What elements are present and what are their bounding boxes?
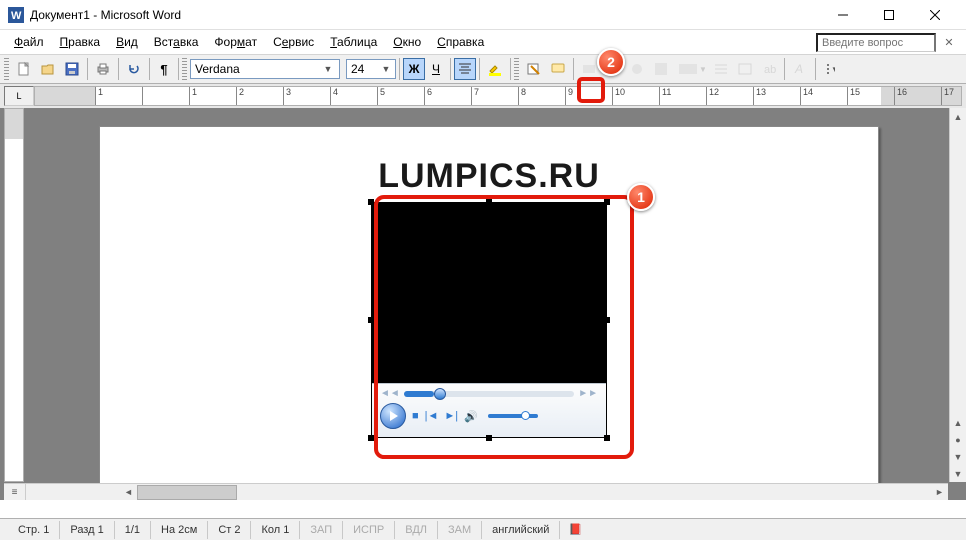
horizontal-ruler[interactable]: 11234567891011121314151617 bbox=[34, 86, 962, 106]
menu-view[interactable]: Вид bbox=[108, 32, 146, 52]
word-app-icon: W bbox=[8, 7, 24, 23]
disabled-dd-1: ▼ bbox=[673, 58, 709, 80]
svg-text:A: A bbox=[794, 62, 803, 76]
vertical-ruler[interactable] bbox=[4, 108, 24, 482]
h-scroll-thumb[interactable] bbox=[137, 485, 237, 500]
document-scroll[interactable]: LUMPICS.RU ◄◄ ►► bbox=[30, 108, 948, 482]
ruler-row: L 11234567891011121314151617 bbox=[0, 84, 966, 108]
open-button[interactable] bbox=[36, 58, 60, 80]
chevron-down-icon[interactable]: ▼ bbox=[321, 64, 335, 74]
comment-button[interactable] bbox=[546, 58, 570, 80]
svg-text:W: W bbox=[11, 10, 22, 22]
menu-edit[interactable]: Правка bbox=[52, 32, 109, 52]
scroll-left-icon[interactable]: ◄ bbox=[120, 484, 137, 500]
callout-badge-1: 1 bbox=[627, 183, 655, 211]
disabled-button-6 bbox=[733, 58, 757, 80]
media-player-object[interactable]: ◄◄ ►► ■ |◄ ►| 🔊 bbox=[371, 202, 607, 438]
menu-file[interactable]: Файл bbox=[6, 32, 52, 52]
toolbar: ¶ ▼ ▼ Ж Ч ▼ ab A ▼ bbox=[0, 54, 966, 84]
close-button[interactable] bbox=[912, 0, 958, 30]
disabled-button-3 bbox=[625, 58, 649, 80]
statusbar: Стр. 1 Разд 1 1/1 На 2см Ст 2 Кол 1 ЗАП … bbox=[0, 518, 966, 540]
play-button[interactable] bbox=[380, 403, 406, 429]
horizontal-scrollbar[interactable]: ◄ ► bbox=[30, 483, 948, 500]
highlight-color-button[interactable] bbox=[483, 58, 507, 80]
document-heading: LUMPICS.RU bbox=[150, 157, 828, 196]
scroll-right-icon[interactable]: ► bbox=[931, 484, 948, 500]
tab-selector-button[interactable]: L bbox=[4, 86, 34, 106]
seek-back-icon[interactable]: ◄◄ bbox=[380, 388, 400, 399]
browse-object-icon[interactable]: ● bbox=[950, 431, 966, 448]
status-ext[interactable]: ВДЛ bbox=[395, 521, 438, 539]
minimize-button[interactable] bbox=[820, 0, 866, 30]
menubar: Файл Правка Вид Вставка Формат Сервис Та… bbox=[0, 30, 966, 54]
next-track-button[interactable]: ►| bbox=[444, 410, 458, 422]
status-trk[interactable]: ИСПР bbox=[343, 521, 395, 539]
stop-button[interactable]: ■ bbox=[412, 410, 419, 422]
disabled-button-5 bbox=[709, 58, 733, 80]
status-ovr[interactable]: ЗАМ bbox=[438, 521, 482, 539]
maximize-button[interactable] bbox=[866, 0, 912, 30]
disabled-button-7: ab bbox=[757, 58, 781, 80]
print-button[interactable] bbox=[91, 58, 115, 80]
callout-badge-2: 2 bbox=[597, 48, 625, 76]
status-line: Ст 2 bbox=[208, 521, 251, 539]
disabled-button-4 bbox=[649, 58, 673, 80]
prev-track-button[interactable]: |◄ bbox=[425, 410, 439, 422]
underline-button[interactable]: Ч bbox=[425, 58, 447, 80]
toolbar-options-button[interactable]: ▼ bbox=[819, 58, 841, 80]
document-area: LUMPICS.RU ◄◄ ►► bbox=[0, 108, 966, 500]
volume-icon[interactable]: 🔊 bbox=[464, 410, 478, 423]
help-search-input[interactable] bbox=[816, 33, 936, 52]
media-controls: ◄◄ ►► ■ |◄ ►| 🔊 bbox=[372, 383, 606, 437]
undo-button[interactable] bbox=[122, 58, 146, 80]
menu-format[interactable]: Формат bbox=[206, 32, 265, 52]
close-doc-icon[interactable]: ✕ bbox=[942, 35, 956, 49]
save-button[interactable] bbox=[60, 58, 84, 80]
video-canvas bbox=[372, 203, 606, 383]
font-name-input[interactable] bbox=[191, 62, 321, 76]
menu-table[interactable]: Таблица bbox=[322, 32, 385, 52]
menu-help[interactable]: Справка bbox=[429, 32, 492, 52]
menu-insert[interactable]: Вставка bbox=[146, 32, 207, 52]
status-col: Кол 1 bbox=[251, 521, 300, 539]
font-size-input[interactable] bbox=[347, 62, 379, 76]
status-page: Стр. 1 bbox=[8, 521, 60, 539]
font-name-dropdown[interactable]: ▼ bbox=[190, 59, 340, 79]
svg-text:ab: ab bbox=[764, 64, 776, 76]
status-rec[interactable]: ЗАП bbox=[300, 521, 343, 539]
next-page-icon[interactable]: ▼ bbox=[950, 448, 966, 465]
status-at: На 2см bbox=[151, 521, 208, 539]
spellcheck-icon[interactable]: 📕 bbox=[568, 523, 582, 536]
menu-window[interactable]: Окно bbox=[385, 32, 429, 52]
align-center-button[interactable] bbox=[454, 58, 476, 80]
status-page-of: 1/1 bbox=[115, 521, 151, 539]
show-marks-button[interactable]: ¶ bbox=[153, 58, 175, 80]
volume-slider[interactable] bbox=[488, 414, 538, 418]
chevron-down-icon[interactable]: ▼ bbox=[379, 64, 393, 74]
toolbar-grip-icon[interactable] bbox=[514, 58, 519, 80]
seek-fwd-icon[interactable]: ►► bbox=[578, 388, 598, 399]
document-page[interactable]: LUMPICS.RU ◄◄ ►► bbox=[99, 126, 879, 500]
menu-tools[interactable]: Сервис bbox=[265, 32, 322, 52]
toolbar-grip-icon[interactable] bbox=[182, 58, 187, 80]
normal-view-button[interactable]: ≡ bbox=[4, 484, 26, 500]
scroll-down-icon[interactable]: ▼ bbox=[950, 465, 966, 482]
toolbar-grip-icon[interactable] bbox=[4, 58, 9, 80]
seek-slider[interactable] bbox=[404, 391, 574, 397]
prev-page-icon[interactable]: ▲ bbox=[950, 414, 966, 431]
svg-text:▼: ▼ bbox=[699, 65, 705, 74]
scroll-up-icon[interactable]: ▲ bbox=[950, 108, 966, 125]
window-title: Документ1 - Microsoft Word bbox=[30, 8, 820, 22]
status-lang[interactable]: английский bbox=[482, 521, 560, 539]
reviewing-button[interactable] bbox=[522, 58, 546, 80]
new-doc-button[interactable] bbox=[12, 58, 36, 80]
svg-text:▼: ▼ bbox=[831, 65, 835, 74]
vertical-scrollbar[interactable]: ▲ ▲ ● ▼ ▼ bbox=[949, 108, 966, 482]
status-section: Разд 1 bbox=[60, 521, 114, 539]
font-size-dropdown[interactable]: ▼ bbox=[346, 59, 396, 79]
disabled-button-8: A bbox=[788, 58, 812, 80]
bold-button[interactable]: Ж bbox=[403, 58, 425, 80]
titlebar: W Документ1 - Microsoft Word bbox=[0, 0, 966, 30]
